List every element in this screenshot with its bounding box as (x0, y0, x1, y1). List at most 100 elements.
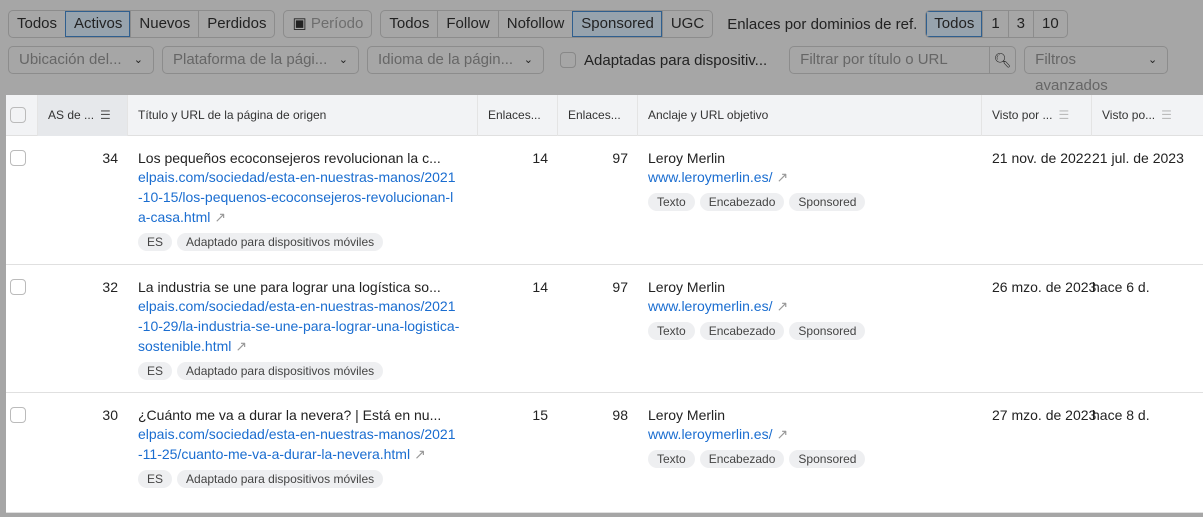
status-filter: Todos Activos Nuevos Perdidos (8, 10, 276, 38)
external-link-icon[interactable]: ↗ (214, 209, 226, 225)
filter-bar-top: Todos Activos Nuevos Perdidos ▣ Período … (8, 10, 1068, 38)
advanced-label: Filtros avanzados (1035, 51, 1108, 94)
authority-score: 32 (102, 279, 118, 295)
links-count-1: 14 (532, 150, 548, 166)
link-type-filter: Todos Follow Nofollow Sponsored UGC (380, 10, 714, 38)
header-title[interactable]: Título y URL de la página de origen (128, 94, 478, 136)
external-link-icon[interactable]: ↗ (414, 446, 426, 462)
type-sponsored[interactable]: Sponsored (572, 11, 662, 37)
type-nofollow[interactable]: Nofollow (497, 11, 573, 37)
lang-tag: ES (138, 233, 173, 251)
period-button[interactable]: ▣ Período (283, 10, 373, 38)
mobile-tag: Adaptado para dispositivos móviles (177, 233, 384, 251)
type-ugc[interactable]: UGC (661, 11, 712, 37)
per-domain-1[interactable]: 1 (982, 11, 1007, 37)
location-dropdown[interactable]: Ubicación del... ⌄ (8, 46, 154, 74)
status-activos[interactable]: Activos (65, 11, 131, 37)
backlinks-table: AS de ... ☰ Título y URL de la página de … (6, 94, 1203, 513)
anchor-text: Leroy Merlin (648, 279, 726, 295)
anchor-text: Leroy Merlin (648, 407, 726, 423)
anchor-type-tag: Texto (648, 322, 695, 340)
search-icon[interactable]: 🔍︎ (989, 47, 1015, 73)
lang-tag: ES (138, 470, 173, 488)
period-label: Período (310, 15, 364, 32)
header-last-seen[interactable]: Visto po... ☰ (1092, 95, 1203, 136)
first-seen: 26 mzo. de 2023 (992, 279, 1097, 295)
search-placeholder: Filtrar por título o URL (800, 51, 948, 68)
header-links-1[interactable]: Enlaces... (478, 94, 558, 136)
source-url[interactable]: elpais.com/sociedad/esta-en-nuestras-man… (138, 167, 460, 227)
advanced-filters-dropdown[interactable]: Filtros avanzados ⌄ (1024, 46, 1169, 94)
language-dropdown[interactable]: Idioma de la págin... ⌄ (367, 46, 544, 74)
links-count-2: 97 (612, 150, 628, 166)
links-count-2: 97 (612, 279, 628, 295)
language-label: Idioma de la págin... (378, 51, 514, 68)
table-row: 32 La industria se une para lograr una l… (6, 265, 1203, 393)
chevron-down-icon: ⌄ (338, 54, 348, 66)
status-todos[interactable]: Todos (9, 11, 65, 37)
chevron-down-icon: ⌄ (133, 54, 143, 66)
search-input[interactable]: Filtrar por título o URL 🔍︎ (789, 46, 1017, 74)
anchor-type-tag: Texto (648, 193, 695, 211)
chevron-down-icon: ⌄ (523, 54, 533, 66)
header-anchor[interactable]: Anclaje y URL objetivo (638, 94, 982, 136)
external-link-icon[interactable]: ↗ (776, 426, 788, 442)
anchor-type-tag: Encabezado (699, 450, 785, 468)
external-link-icon[interactable]: ↗ (776, 298, 788, 314)
links-count-1: 15 (532, 407, 548, 423)
header-first-seen[interactable]: Visto por ... ☰ (982, 94, 1092, 136)
status-nuevos[interactable]: Nuevos (130, 11, 198, 37)
sort-icon: ☰ (1161, 107, 1172, 122)
table-row: 34 Los pequeños ecoconsejeros revolucion… (6, 136, 1203, 265)
select-all-checkbox[interactable] (10, 107, 26, 124)
mobile-checkbox[interactable] (560, 52, 576, 68)
header-as[interactable]: AS de ... ☰ (38, 94, 128, 136)
anchor-type-tag: Sponsored (789, 322, 866, 340)
table-header: AS de ... ☰ Título y URL de la página de … (6, 94, 1203, 136)
per-domain-3[interactable]: 3 (1007, 11, 1033, 37)
table-row: 30 ¿Cuánto me va a durar la nevera? | Es… (6, 393, 1203, 513)
target-url[interactable]: www.leroymerlin.es/↗ (648, 424, 970, 444)
per-domain-label: Enlaces por dominios de ref. (727, 15, 918, 33)
chevron-down-icon: ⌄ (1147, 54, 1158, 66)
sort-icon: ☰ (1058, 107, 1070, 122)
anchor-text: Leroy Merlin (648, 150, 726, 166)
header-links-2[interactable]: Enlaces... (558, 94, 638, 136)
source-title: La industria se une para lograr una logí… (138, 279, 441, 295)
per-domain-10[interactable]: 10 (1033, 11, 1067, 37)
anchor-type-tag: Sponsored (789, 193, 866, 211)
target-url[interactable]: www.leroymerlin.es/↗ (648, 296, 970, 316)
last-seen: hace 6 d. (1092, 279, 1150, 295)
type-follow[interactable]: Follow (437, 11, 497, 37)
external-link-icon[interactable]: ↗ (235, 338, 247, 354)
platform-label: Plataforma de la pági... (173, 51, 328, 68)
sort-icon: ☰ (100, 107, 111, 122)
authority-score: 34 (102, 150, 118, 166)
first-seen: 27 mzo. de 2023 (992, 407, 1097, 423)
anchor-type-tag: Sponsored (789, 450, 866, 468)
last-seen: hace 8 d. (1092, 407, 1150, 423)
row-checkbox[interactable] (10, 407, 26, 423)
status-perdidos[interactable]: Perdidos (198, 11, 274, 37)
row-checkbox[interactable] (10, 279, 26, 295)
first-seen: 21 nov. de 2022 (992, 150, 1092, 166)
mobile-label: Adaptadas para dispositiv... (584, 51, 768, 69)
target-url[interactable]: www.leroymerlin.es/↗ (648, 167, 970, 187)
source-url[interactable]: elpais.com/sociedad/esta-en-nuestras-man… (138, 424, 460, 464)
last-seen: 21 jul. de 2023 (1092, 150, 1184, 166)
links-count-2: 98 (612, 407, 628, 423)
calendar-icon: ▣ (292, 15, 307, 32)
links-count-1: 14 (532, 279, 548, 295)
source-url[interactable]: elpais.com/sociedad/esta-en-nuestras-man… (138, 296, 460, 356)
authority-score: 30 (102, 407, 118, 423)
source-title: ¿Cuánto me va a durar la nevera? | Está … (138, 407, 442, 423)
external-link-icon[interactable]: ↗ (776, 169, 788, 185)
location-label: Ubicación del... (19, 51, 122, 68)
lang-tag: ES (138, 362, 173, 380)
row-checkbox[interactable] (10, 150, 26, 166)
filter-bar-bottom: Ubicación del... ⌄ Plataforma de la pági.… (8, 46, 1169, 94)
anchor-type-tag: Encabezado (699, 193, 785, 211)
type-todos[interactable]: Todos (381, 11, 437, 37)
per-domain-todos[interactable]: Todos (926, 11, 983, 37)
platform-dropdown[interactable]: Plataforma de la pági... ⌄ (162, 46, 359, 74)
